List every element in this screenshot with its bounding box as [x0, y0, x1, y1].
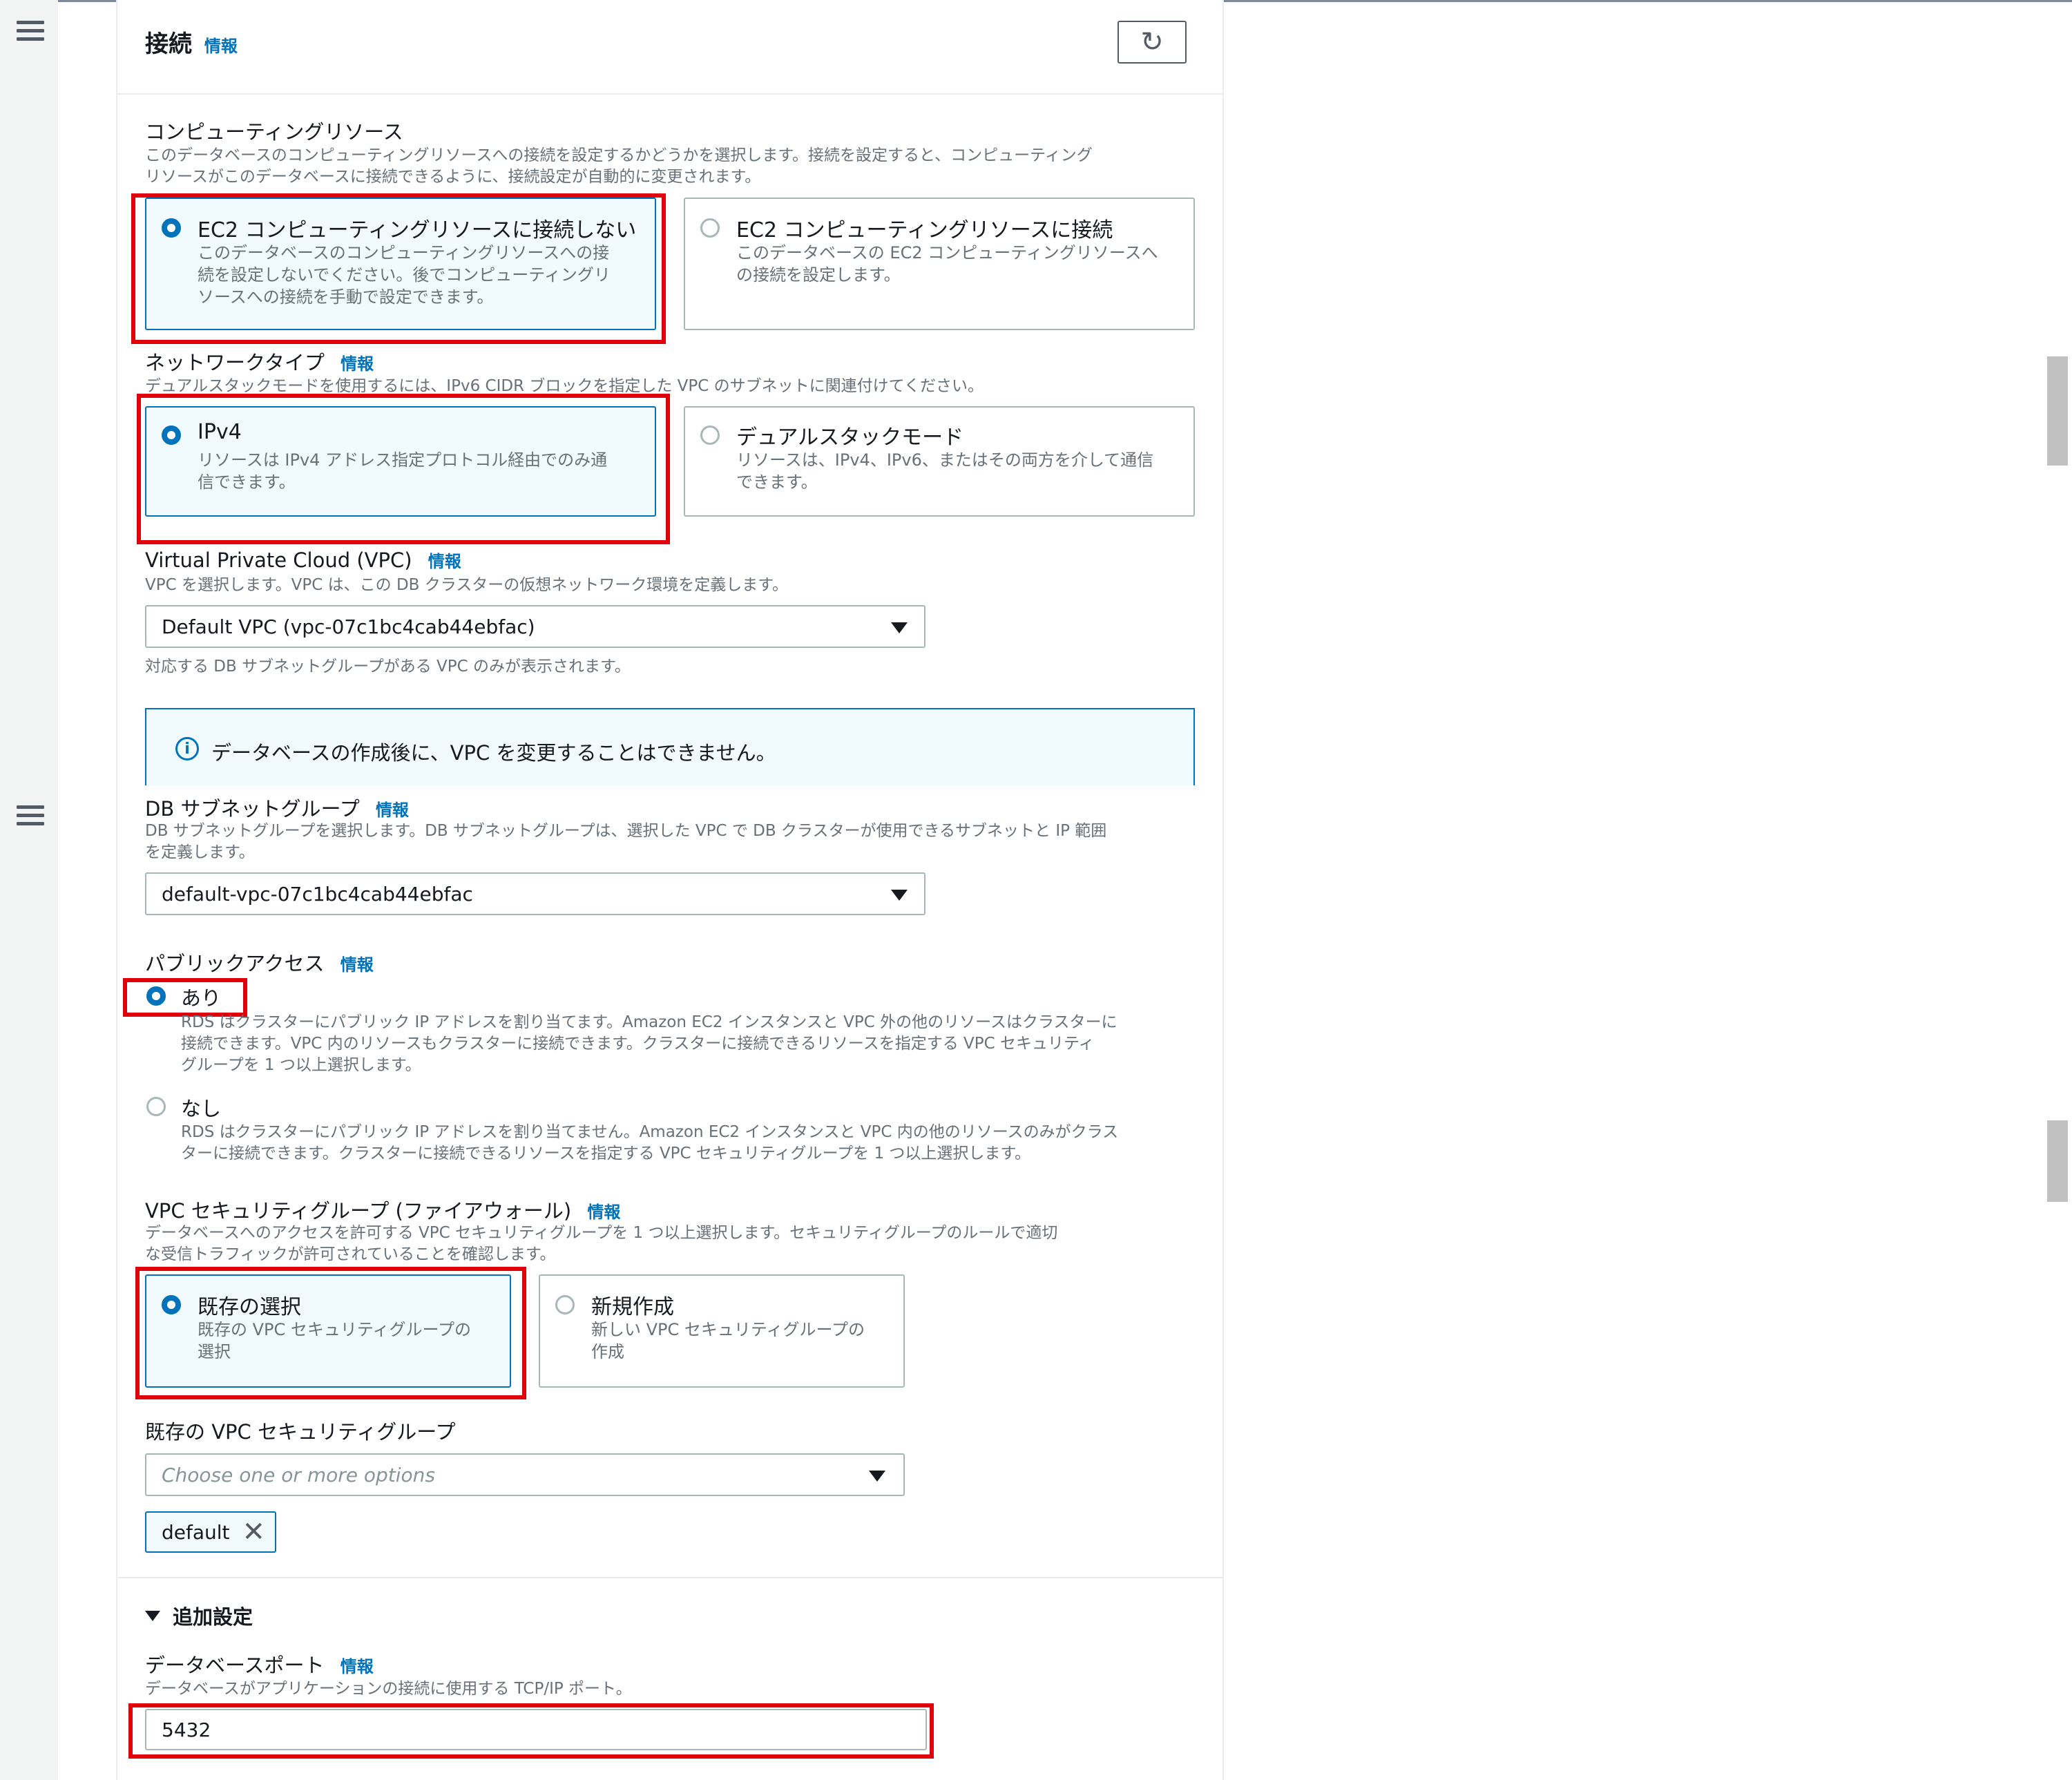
info-link[interactable]: 情報 [376, 801, 409, 820]
subnet-group-text: DB サブネットグループ [145, 797, 360, 821]
menu-icon[interactable] [17, 21, 44, 41]
radio-unselected[interactable] [555, 1295, 575, 1314]
panel-title: 接続 情報 [145, 25, 238, 59]
refresh-button[interactable]: ↻ [1117, 21, 1187, 64]
radio-unselected[interactable] [700, 218, 720, 238]
subnet-value: default-vpc-07c1bc4cab44ebfac [162, 882, 473, 906]
subnet-select[interactable]: default-vpc-07c1bc4cab44ebfac [145, 872, 925, 915]
caret-down-icon [891, 622, 908, 633]
scrollbar-thumb-2[interactable] [2047, 1120, 2068, 1202]
divider [116, 1577, 1224, 1578]
security-group-desc-2: な受信トラフィックが許可されていることを確認します。 [145, 1245, 556, 1263]
existing-sg-label: 既存の VPC セキュリティグループ [145, 1420, 456, 1444]
info-icon: i [175, 737, 199, 760]
selected-token: default ✕ [145, 1511, 276, 1553]
refresh-icon: ↻ [1140, 26, 1164, 58]
db-port-text: データベースポート [145, 1654, 325, 1677]
vpc-label-text: Virtual Private Cloud (VPC) [145, 548, 412, 572]
info-link[interactable]: 情報 [587, 1203, 620, 1222]
info-link[interactable]: 情報 [340, 354, 374, 374]
compute-resource-label: コンピューティングリソース [145, 120, 403, 144]
public-yes-desc-3: グループを 1 つ以上選択します。 [181, 1056, 421, 1074]
vpc-desc: VPC を選択します。VPC は、この DB クラスターの仮想ネットワーク環境を… [145, 576, 788, 594]
info-link[interactable]: 情報 [340, 1657, 374, 1676]
db-port-label: データベースポート 情報 [145, 1649, 374, 1678]
highlight-box [131, 193, 666, 344]
option-title: 新規作成 [591, 1295, 674, 1319]
info-link[interactable]: 情報 [204, 37, 238, 56]
db-port-desc: データベースがアプリケーションの接続に使用する TCP/IP ポート。 [145, 1680, 632, 1698]
caret-down-icon [869, 1471, 885, 1482]
security-group-label: VPC セキュリティグループ (ファイアウォール) 情報 [145, 1195, 620, 1224]
caret-down-icon [891, 890, 908, 901]
divider [116, 93, 1224, 95]
public-no-desc-2: ターに接続できます。クラスターに接続できるリソースを指定する VPC セキュリテ… [181, 1145, 1031, 1162]
public-no-radio[interactable] [146, 1097, 166, 1116]
close-icon[interactable]: ✕ [242, 1518, 266, 1546]
additional-settings-label: 追加設定 [173, 1605, 253, 1629]
public-yes-desc-2: 接続できます。VPC 内のリソースもクラスターに接続できます。クラスターに接続で… [181, 1035, 1095, 1053]
public-no-desc-1: RDS はクラスターにパブリック IP アドレスを割り当てません。Amazon … [181, 1123, 1119, 1141]
vpc-label: Virtual Private Cloud (VPC) 情報 [145, 548, 461, 572]
side-navigation-collapsed-2 [0, 785, 58, 1780]
option-desc: このデータベースの EC2 コンピューティングリソースへ [736, 243, 1158, 262]
compute-option-connect[interactable]: EC2 コンピューティングリソースに接続 このデータベースの EC2 コンピュー… [684, 198, 1195, 330]
subnet-desc-1: DB サブネットグループを選択します。DB サブネットグループは、選択した VP… [145, 822, 1107, 840]
compute-resource-desc-2: リソースがこのデータベースに接続できるように、接続設定が自動的に変更されます。 [145, 168, 761, 186]
public-access-label: パブリックアクセス 情報 [145, 948, 374, 977]
compute-resource-desc-1: このデータベースのコンピューティングリソースへの接続を設定するかどうかを選択しま… [145, 146, 1093, 164]
public-no-label[interactable]: なし [181, 1093, 221, 1122]
vpc-select[interactable]: Default VPC (vpc-07c1bc4cab44ebfac) [145, 605, 925, 648]
token-label: default [162, 1520, 230, 1544]
info-alert: i データベースの作成後に、VPC を変更することはできません。 [145, 708, 1195, 785]
public-yes-desc-1: RDS はクラスターにパブリック IP アドレスを割り当てます。Amazon E… [181, 1013, 1117, 1031]
subnet-group-label: DB サブネットグループ 情報 [145, 793, 409, 822]
info-link[interactable]: 情報 [428, 552, 461, 571]
radio-unselected[interactable] [700, 425, 720, 445]
option-desc: できます。 [736, 472, 818, 492]
info-link[interactable]: 情報 [340, 955, 374, 975]
option-desc: リソースは、IPv4、IPv6、またはその両方を介して通信 [736, 450, 1154, 470]
security-group-text: VPC セキュリティグループ (ファイアウォール) [145, 1199, 572, 1223]
vpc-value: Default VPC (vpc-07c1bc4cab44ebfac) [162, 615, 535, 638]
caret-down-icon [145, 1610, 160, 1621]
additional-settings-toggle[interactable]: 追加設定 [145, 1601, 253, 1630]
existing-sg-multiselect[interactable]: Choose one or more options [145, 1453, 905, 1496]
security-group-desc-1: データベースへのアクセスを許可する VPC セキュリティグループを 1 つ以上選… [145, 1224, 1058, 1242]
section-title: 接続 [145, 30, 192, 58]
network-type-label: ネットワークタイプ 情報 [145, 347, 374, 376]
sg-option-new[interactable]: 新規作成 新しい VPC セキュリティグループの 作成 [539, 1274, 905, 1388]
network-option-dual-stack[interactable]: デュアルスタックモード リソースは、IPv4、IPv6、またはその両方を介して通… [684, 406, 1195, 517]
highlight-box [128, 1703, 934, 1759]
option-title: EC2 コンピューティングリソースに接続 [736, 218, 1113, 242]
option-title: デュアルスタックモード [736, 425, 964, 450]
alert-text: データベースの作成後に、VPC を変更することはできません。 [211, 741, 776, 765]
side-navigation-collapsed [0, 0, 58, 785]
network-type-text: ネットワークタイプ [145, 351, 325, 374]
highlight-box [137, 394, 670, 544]
public-access-text: パブリックアクセス [145, 952, 325, 975]
highlight-box [135, 1267, 526, 1399]
option-desc: 作成 [591, 1342, 624, 1361]
option-desc: の接続を設定します。 [736, 265, 901, 285]
vpc-hint: 対応する DB サブネットグループがある VPC のみが表示されます。 [145, 658, 631, 676]
highlight-box [123, 978, 247, 1017]
scrollbar-thumb[interactable] [2047, 356, 2068, 466]
option-desc: 新しい VPC セキュリティグループの [591, 1320, 865, 1339]
subnet-desc-2: を定義します。 [145, 843, 255, 861]
menu-icon-2[interactable] [17, 805, 44, 826]
multiselect-placeholder: Choose one or more options [162, 1463, 435, 1486]
